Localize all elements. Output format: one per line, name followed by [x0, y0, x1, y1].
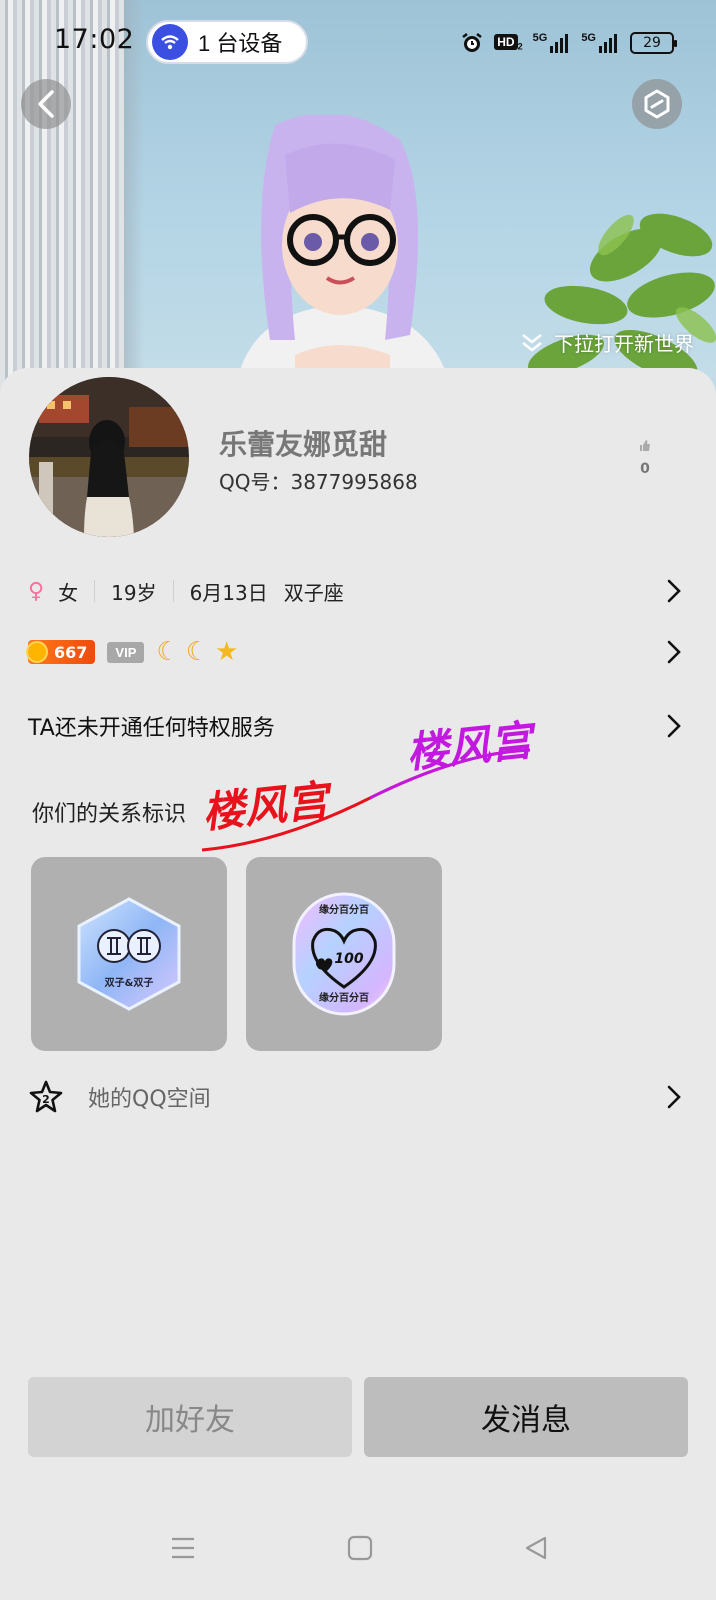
chevron-right-icon — [667, 1085, 681, 1109]
double-chevron-down-icon — [522, 333, 542, 352]
alarm-icon — [462, 33, 483, 52]
like-counter[interactable]: 0 — [630, 438, 660, 477]
badges-row[interactable]: 667 VIP ☾ ☾ ★ — [26, 632, 682, 672]
status-bar: 17:02 1 台设备 HD 2 5G 5G 29 — [0, 0, 716, 84]
back-button[interactable] — [21, 79, 71, 129]
3d-avatar-illustration — [240, 115, 445, 375]
hd-voice-sub: 2 — [517, 41, 523, 52]
qzone-row[interactable]: 2 她的QQ空间 — [28, 1075, 682, 1119]
hd-voice-icon: HD — [494, 34, 518, 51]
menu-icon[interactable] — [170, 1535, 196, 1561]
signal-5g-icon-2: 5G — [581, 32, 620, 54]
hexagon-slash-icon — [644, 89, 670, 119]
nickname: 乐蕾友娜觅甜 — [219, 428, 388, 461]
wifi-icon — [152, 24, 188, 60]
like-count: 0 — [640, 461, 650, 477]
pull-hint-text: 下拉打开新世界 — [554, 332, 694, 356]
svg-text:2: 2 — [42, 1093, 50, 1106]
battery-level: 29 — [643, 35, 661, 51]
relationship-tag-match[interactable]: 缘分百分百 100 缘分百分百 — [246, 857, 442, 1051]
coin-badge: 667 — [26, 640, 96, 664]
send-message-button[interactable]: 发消息 — [364, 1377, 688, 1457]
profile-card: 乐蕾友娜觅甜 QQ号：3877995868 0 ♀ 女 19岁 6月13日 双子… — [0, 368, 716, 1600]
system-nav-bar — [0, 1513, 716, 1593]
home-icon[interactable] — [347, 1535, 373, 1561]
relationship-title: 你们的关系标识 — [32, 802, 187, 827]
chevron-right-icon — [667, 640, 681, 664]
back-triangle-icon[interactable] — [523, 1535, 549, 1561]
star-icon: ★ — [215, 637, 239, 667]
heart-100-badge-icon: 缘分百分百 100 缘分百分百 — [292, 892, 396, 1016]
qzone-label: 她的QQ空间 — [88, 1087, 211, 1112]
plant-decoration — [528, 213, 716, 381]
qq-number: QQ号：3877995868 — [219, 470, 418, 494]
qzone-star-icon: 2 — [29, 1080, 63, 1113]
divider — [94, 580, 96, 602]
thumbs-up-icon — [640, 440, 650, 451]
gender-text: 女 — [58, 580, 79, 605]
svg-text:100: 100 — [334, 951, 363, 967]
pull-down-hint[interactable]: 下拉打开新世界 — [520, 328, 694, 357]
vip-badge: VIP — [107, 641, 145, 663]
status-time: 17:02 — [54, 24, 135, 55]
divider — [172, 580, 174, 602]
basic-info-row[interactable]: ♀ 女 19岁 6月13日 双子座 — [28, 571, 682, 611]
svg-text:缘分百分百: 缘分百分百 — [319, 991, 369, 1004]
avatar[interactable] — [29, 377, 189, 537]
battery-icon: 29 — [630, 32, 677, 54]
gemini-badge-icon: 双子&双子 — [77, 897, 181, 1011]
coin-icon — [26, 641, 48, 663]
more-options-button[interactable] — [632, 79, 682, 129]
female-icon: ♀ — [28, 578, 45, 604]
birthday-text: 6月13日 — [189, 580, 268, 605]
profile-cover[interactable]: 17:02 1 台设备 HD 2 5G 5G 29 下拉打开新世界 — [0, 0, 716, 400]
age-text: 19岁 — [111, 580, 157, 605]
moon-icon: ☾ — [185, 637, 209, 667]
svg-text:缘分百分百: 缘分百分百 — [319, 903, 369, 916]
chevron-right-icon — [667, 714, 681, 738]
coin-count: 667 — [54, 642, 88, 662]
add-friend-button[interactable]: 加好友 — [28, 1377, 352, 1457]
signal-5g-icon: 5G — [533, 32, 572, 54]
zodiac-text: 双子座 — [283, 580, 344, 605]
connected-devices-pill[interactable]: 1 台设备 — [146, 20, 308, 64]
chevron-right-icon — [667, 579, 681, 603]
moon-icon: ☾ — [156, 637, 180, 667]
chevron-left-icon — [38, 90, 54, 118]
svg-text:双子&双子: 双子&双子 — [105, 977, 154, 989]
relationship-tag-gemini[interactable]: 双子&双子 — [31, 857, 227, 1051]
devices-label: 1 台设备 — [198, 31, 283, 56]
